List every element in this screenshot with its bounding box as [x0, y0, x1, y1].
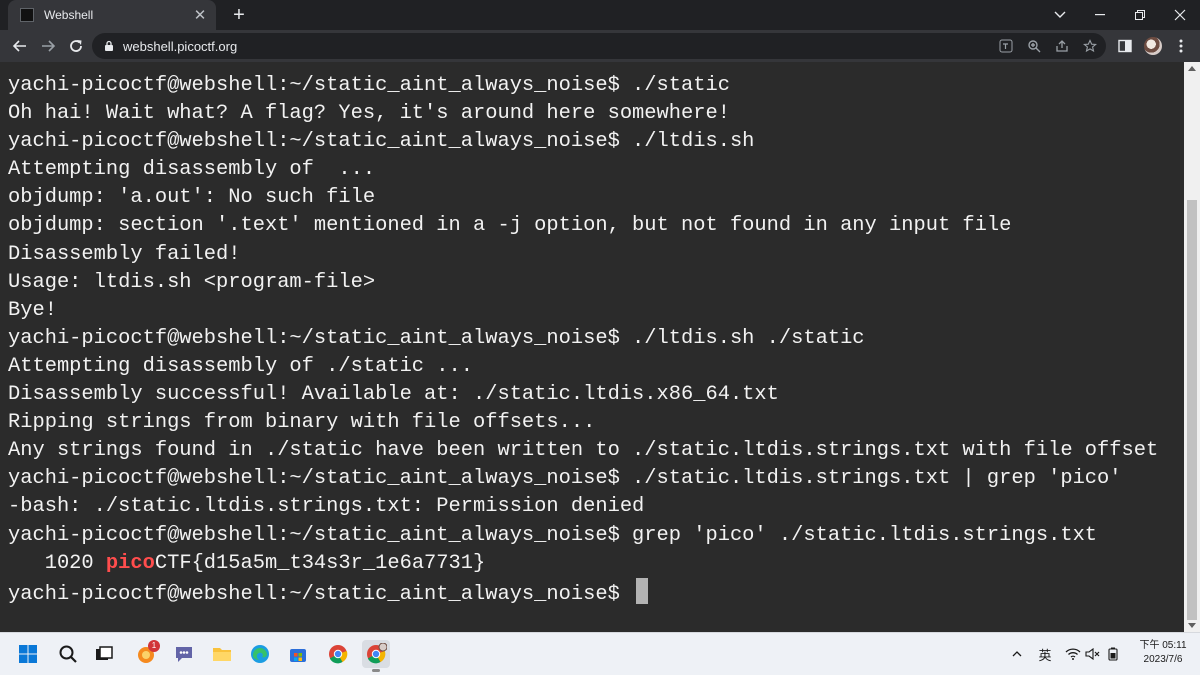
string-offset: 1020: [8, 551, 106, 575]
tab-webshell[interactable]: Webshell ✕: [8, 0, 216, 30]
microsoft-store-icon[interactable]: [284, 640, 312, 668]
address-bar[interactable]: webshell.picoctf.org: [92, 33, 1106, 59]
edge-browser-icon[interactable]: [246, 640, 274, 668]
clock-time-line: 下午 05:11: [1138, 639, 1188, 653]
terminal-output[interactable]: yachi-picoctf@webshell:~/static_aint_alw…: [0, 62, 1184, 632]
volume-muted-icon[interactable]: [1084, 643, 1102, 665]
search-icon[interactable]: [54, 640, 82, 668]
windows-start-icon[interactable]: [14, 640, 42, 668]
clock-date: 2023/7/6: [1143, 654, 1183, 665]
terminal-line: yachi-picoctf@webshell:~/static_aint_alw…: [8, 523, 1098, 547]
terminal-cursor: [636, 577, 649, 604]
tab-search-icon[interactable]: [1040, 0, 1080, 30]
battery-icon[interactable]: [1104, 643, 1122, 665]
menu-kebab-icon[interactable]: [1170, 34, 1192, 58]
system-clock[interactable]: 下午 05:11 2023/7/6: [1138, 639, 1188, 667]
file-explorer-icon[interactable]: [208, 640, 236, 668]
terminal-line: -bash: ./static.ltdis.strings.txt: Permi…: [8, 495, 645, 519]
back-arrow-icon[interactable]: [8, 34, 32, 58]
terminal-line: Attempting disassembly of ...: [8, 158, 376, 182]
reload-icon[interactable]: [64, 34, 88, 58]
translate-icon[interactable]: [998, 37, 1014, 55]
prompt-line[interactable]: yachi-picoctf@webshell:~/static_aint_alw…: [8, 577, 1184, 606]
terminal-line: Usage: ltdis.sh <program-file>: [8, 270, 376, 294]
side-panel-icon[interactable]: [1114, 34, 1136, 58]
terminal-line: Disassembly failed!: [8, 242, 241, 266]
chrome-profile-icon[interactable]: [362, 640, 390, 672]
terminal-line: Disassembly successful! Available at: ./…: [8, 383, 779, 407]
close-window-icon[interactable]: [1160, 0, 1200, 30]
terminal-line: Bye!: [8, 298, 57, 322]
terminal-line: Any strings found in ./static have been …: [8, 439, 1159, 463]
terminal-favicon-icon: [20, 8, 34, 22]
terminal-line: yachi-picoctf@webshell:~/static_aint_alw…: [8, 326, 865, 350]
teams-chat-icon[interactable]: [170, 640, 198, 668]
scroll-down-arrow-icon[interactable]: [1188, 623, 1196, 628]
wifi-icon[interactable]: [1064, 643, 1082, 665]
forward-arrow-icon[interactable]: [36, 34, 60, 58]
lock-icon[interactable]: [104, 40, 114, 52]
restore-window-icon[interactable]: [1120, 0, 1160, 30]
terminal-line: Oh hai! Wait what? A flag? Yes, it's aro…: [8, 102, 730, 126]
flag-text: CTF{d15a5m_t34s3r_1e6a7731}: [154, 551, 486, 575]
tab-title: Webshell: [44, 8, 94, 22]
terminal-line: objdump: section '.text' mentioned in a …: [8, 214, 1012, 238]
terminal-line: yachi-picoctf@webshell:~/static_aint_alw…: [8, 130, 755, 154]
chrome-icon[interactable]: [324, 640, 352, 668]
zoom-icon[interactable]: [1026, 37, 1042, 55]
url-text: webshell.picoctf.org: [123, 38, 238, 54]
shell-prompt: yachi-picoctf@webshell:~/static_aint_alw…: [8, 582, 633, 606]
flag-output-line: 1020 picoCTF{d15a5m_t34s3r_1e6a7731}: [8, 550, 1184, 578]
terminal-line: yachi-picoctf@webshell:~/static_aint_alw…: [8, 467, 1122, 491]
clock-time: 05:11: [1162, 640, 1187, 651]
terminal-line: objdump: 'a.out': No such file: [8, 186, 376, 210]
show-hidden-icons-icon[interactable]: [1008, 643, 1026, 665]
terminal-line: Ripping strings from binary with file of…: [8, 411, 596, 435]
clock-period: 下午: [1139, 640, 1160, 651]
share-icon[interactable]: [1054, 37, 1070, 55]
terminal-line: yachi-picoctf@webshell:~/static_aint_alw…: [8, 74, 730, 97]
grep-match-highlight: pico: [105, 551, 155, 575]
input-method-indicator[interactable]: 英: [1034, 643, 1056, 665]
minimize-window-icon[interactable]: [1080, 0, 1120, 30]
tab-strip: Webshell ✕ +: [0, 0, 1200, 30]
browser-toolbar: webshell.picoctf.org: [0, 30, 1200, 62]
bookmark-star-icon[interactable]: [1082, 37, 1098, 55]
scroll-up-arrow-icon[interactable]: [1188, 66, 1196, 71]
task-view-icon[interactable]: [90, 640, 118, 668]
windows-taskbar: 1 英 下午 05:11 2023/7/6: [0, 632, 1200, 675]
scroll-thumb[interactable]: [1187, 200, 1197, 620]
close-tab-icon[interactable]: ✕: [192, 6, 208, 24]
notification-badge: 1: [148, 640, 160, 652]
widgets-icon[interactable]: 1: [132, 640, 160, 668]
terminal-scrollbar[interactable]: [1184, 62, 1200, 632]
profile-avatar[interactable]: [1142, 34, 1164, 58]
active-app-indicator: [372, 669, 380, 672]
terminal-line: Attempting disassembly of ./static ...: [8, 354, 473, 378]
new-tab-button[interactable]: +: [228, 3, 250, 27]
